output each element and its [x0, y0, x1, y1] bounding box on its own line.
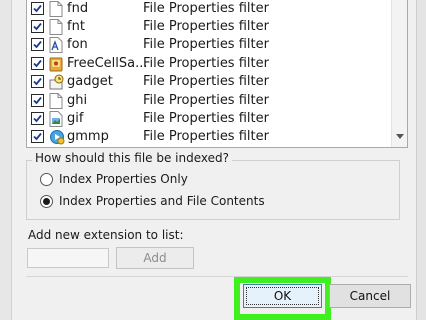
checkbox[interactable] [31, 2, 44, 15]
radio-button[interactable] [40, 195, 53, 208]
add-button[interactable]: Add [116, 247, 194, 269]
file-extension: gadget [67, 74, 113, 89]
list-item[interactable]: gadget File Properties filter [27, 72, 393, 93]
checkbox[interactable] [31, 130, 44, 143]
radio-selected-dot [43, 198, 50, 205]
radio-button[interactable] [40, 173, 53, 186]
file-extension: ghi [67, 93, 88, 108]
checkbox[interactable] [31, 75, 44, 88]
filter-description: File Properties filter [143, 129, 269, 144]
blank-file-icon [49, 19, 63, 35]
filter-description: File Properties filter [143, 37, 269, 52]
filter-description: File Properties filter [143, 1, 269, 16]
file-extension: fnt [67, 19, 85, 34]
index-options-legend: How should this file be indexed? [32, 151, 233, 165]
filter-description: File Properties filter [143, 56, 269, 71]
list-scrollbar[interactable] [391, 0, 407, 147]
filter-description: File Properties filter [143, 19, 269, 34]
blank-file-icon [49, 93, 63, 109]
blank-file-icon [49, 1, 63, 17]
index-options-group [26, 160, 400, 220]
filter-description: File Properties filter [143, 74, 269, 89]
media-file-icon [49, 129, 65, 145]
file-extension: gif [67, 111, 84, 126]
file-extension: fon [67, 37, 88, 52]
filter-description: File Properties filter [143, 111, 269, 126]
font-file-icon [49, 37, 63, 53]
file-type-list[interactable]: fnd File Properties filter fnt File Prop… [26, 0, 408, 148]
checkbox[interactable] [31, 94, 44, 107]
cancel-button[interactable]: Cancel [329, 284, 411, 308]
radio-label: Index Properties Only [59, 172, 188, 186]
ok-button[interactable]: OK [243, 284, 322, 308]
checkbox[interactable] [31, 20, 44, 33]
add-extension-label: Add new extension to list: [28, 228, 184, 242]
footer-divider [26, 276, 408, 277]
file-extension: gmmp [67, 129, 109, 144]
checkbox[interactable] [31, 112, 44, 125]
dialog-left-edge [0, 0, 12, 320]
extension-input[interactable] [27, 248, 109, 268]
checkbox[interactable] [31, 57, 44, 70]
scroll-down-arrow-icon[interactable] [396, 134, 404, 139]
game-save-icon [49, 56, 63, 72]
focus-ring [246, 287, 319, 305]
list-item[interactable]: gmmp File Properties filter [27, 127, 393, 147]
radio-label: Index Properties and File Contents [59, 194, 265, 208]
list-item[interactable]: fon File Properties filter [27, 35, 393, 56]
checkbox[interactable] [31, 38, 44, 51]
file-extension: FreeCellSa... [67, 56, 148, 71]
gadget-icon [49, 74, 64, 90]
dialog-right-edge [416, 0, 426, 320]
filter-description: File Properties filter [143, 93, 269, 108]
file-extension: fnd [67, 1, 89, 16]
image-file-icon [49, 111, 63, 127]
advanced-options-dialog: fnd File Properties filter fnt File Prop… [0, 0, 426, 320]
